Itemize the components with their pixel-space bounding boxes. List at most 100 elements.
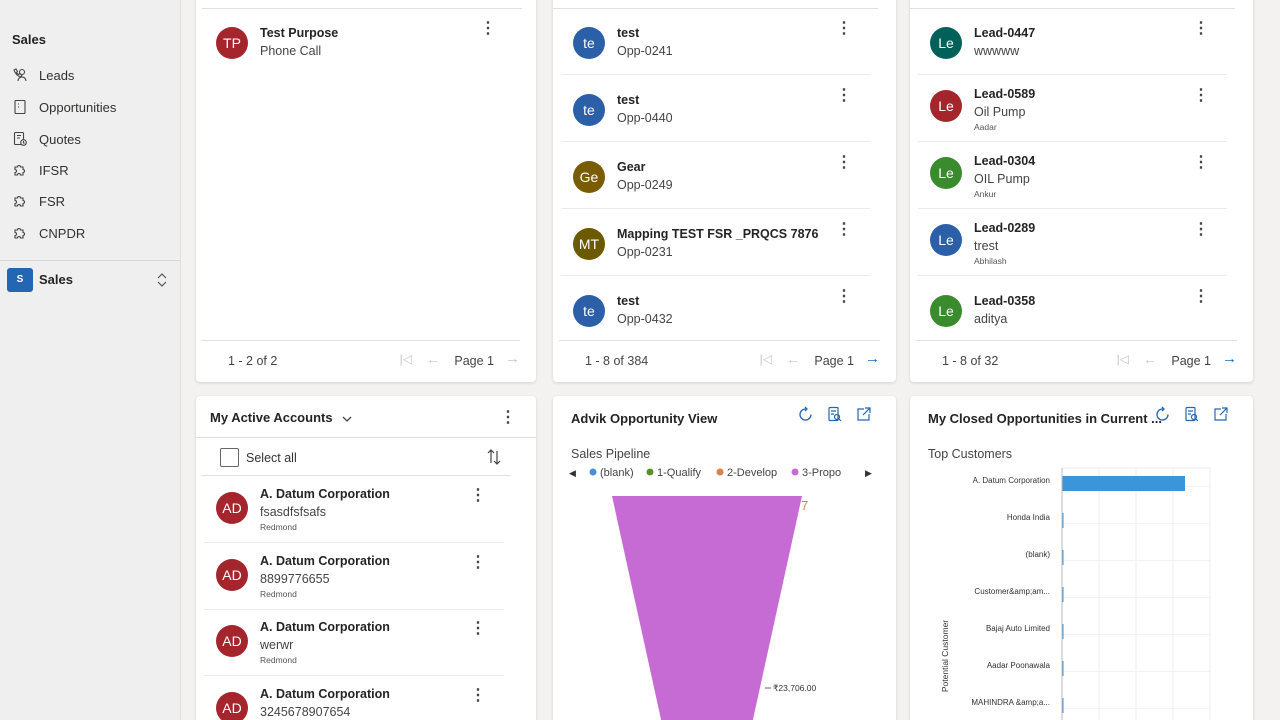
more-options-icon[interactable]: ⋮ [470, 686, 486, 704]
category-label: MAHINDRA &amp;a... [971, 698, 1050, 707]
view-selector[interactable]: My Active Accounts [210, 410, 352, 426]
list-item[interactable]: AD A. Datum Corporation werwr Redmond ⋮ [204, 609, 504, 676]
row-city: Redmond [260, 522, 297, 532]
more-options-icon[interactable]: ⋮ [836, 153, 852, 171]
more-options-icon[interactable]: ⋮ [836, 86, 852, 104]
view-records-icon[interactable] [1183, 406, 1200, 423]
more-options-icon[interactable]: ⋮ [1193, 86, 1209, 104]
legend-label: 1-Qualify [657, 467, 702, 479]
more-options-icon[interactable]: ⋮ [836, 19, 852, 37]
more-options-icon[interactable]: ⋮ [480, 19, 496, 37]
more-options-icon[interactable]: ⋮ [470, 486, 486, 504]
area-switcher[interactable]: S Sales [0, 260, 181, 298]
legend-prev-icon[interactable]: ◀ [569, 468, 576, 478]
list-item[interactable]: MT Mapping TEST FSR _PRQCS 7876 Opp-0231… [561, 210, 870, 276]
previous-page-icon[interactable]: ← [1143, 351, 1157, 367]
avatar: Le [930, 157, 962, 189]
refresh-icon[interactable] [797, 406, 814, 423]
legend-marker [716, 468, 724, 476]
sidebar-item-leads[interactable]: Leads [0, 60, 181, 90]
sidebar-item-ifsr[interactable]: IFSR [0, 155, 181, 185]
refresh-icon[interactable] [1154, 406, 1171, 423]
list-item[interactable]: TP Test Purpose Phone Call ⋮ [204, 9, 514, 75]
row-subtitle: Opp-0241 [617, 44, 673, 58]
puzzle-icon [12, 193, 28, 209]
sidebar-item-label: CNPDR [39, 225, 86, 241]
activities-list: TP Test Purpose Phone Call ⋮ [202, 8, 522, 340]
row-owner: Ankur [974, 189, 997, 199]
previous-page-icon[interactable]: ← [426, 351, 440, 367]
more-options-icon[interactable]: ⋮ [836, 220, 852, 238]
pager: 1 - 8 of 32 |◁ ← Page 1 → [916, 340, 1237, 380]
row-subtitle: OIL Pump [974, 172, 1030, 186]
pager-count: 1 - 2 of 2 [228, 354, 278, 368]
leads-list: Le Lead-0447 wwwww ⋮ Le Lead-0589 Oil Pu… [910, 8, 1235, 340]
more-options-icon[interactable]: ⋮ [836, 287, 852, 305]
select-all-row: Select all [202, 438, 510, 476]
list-item[interactable]: Ge Gear Opp-0249 ⋮ [561, 143, 870, 209]
sidebar-item-quotes[interactable]: Quotes [0, 124, 181, 154]
list-item[interactable]: te test Opp-0241 ⋮ [561, 9, 870, 75]
first-page-icon[interactable]: |◁ [400, 352, 412, 366]
list-item[interactable]: Le Lead-0304 OIL Pump Ankur ⋮ [918, 143, 1227, 209]
more-options-icon[interactable]: ⋮ [470, 619, 486, 637]
list-item[interactable]: Le Lead-0358 aditya ⋮ [918, 277, 1227, 343]
list-item[interactable]: te test Opp-0440 ⋮ [561, 76, 870, 142]
more-options-icon[interactable]: ⋮ [1193, 19, 1209, 37]
more-options-icon[interactable]: ⋮ [1193, 153, 1209, 171]
row-title: Lead-0358 [974, 294, 1036, 308]
row-city: Redmond [260, 589, 297, 599]
more-options-icon[interactable]: ⋮ [1193, 220, 1209, 238]
more-options-icon[interactable]: ⋮ [500, 407, 516, 427]
next-page-icon[interactable]: → [865, 350, 880, 367]
pager: 1 - 2 of 2 |◁ ← Page 1 → [202, 340, 520, 380]
row-title: Gear [617, 160, 646, 174]
row-title: A. Datum Corporation [260, 487, 390, 501]
row-title: Test Purpose [260, 26, 339, 40]
sidebar-item-fsr[interactable]: FSR [0, 186, 181, 216]
row-subtitle: Oil Pump [974, 105, 1026, 119]
row-title: A. Datum Corporation [260, 554, 390, 568]
sidebar-item-cnpdr[interactable]: CNPDR [0, 218, 181, 248]
more-options-icon[interactable]: ⋮ [1193, 287, 1209, 305]
sort-icon[interactable] [486, 448, 502, 466]
view-records-icon[interactable] [826, 406, 843, 423]
y-axis-label: Potential Customer [940, 620, 950, 692]
list-item[interactable]: Le Lead-0589 Oil Pump Aadar ⋮ [918, 76, 1227, 142]
row-subtitle: trest [974, 239, 999, 253]
list-item[interactable]: AD A. Datum Corporation 8899776655 Redmo… [204, 543, 504, 610]
row-subtitle: 3245678907654 [260, 705, 351, 719]
list-item[interactable]: AD A. Datum Corporation fsasdfsfsafs Red… [204, 476, 504, 543]
phone-person-icon [12, 67, 28, 83]
sidebar-item-label: IFSR [39, 162, 69, 178]
avatar: AD [216, 625, 248, 657]
puzzle-icon [12, 162, 28, 178]
bar[interactable] [1062, 476, 1185, 491]
legend-next-icon[interactable]: ▶ [865, 468, 872, 478]
list-item[interactable]: AD A. Datum Corporation 3245678907654 ⋮ [204, 676, 504, 720]
expand-chart-icon[interactable] [855, 406, 872, 423]
next-page-icon[interactable]: → [1222, 350, 1237, 367]
more-options-icon[interactable]: ⋮ [470, 553, 486, 571]
row-title: test [617, 93, 640, 107]
accounts-card: My Active Accounts ⋮ Select all AD A. Da… [196, 396, 536, 720]
row-subtitle: 8899776655 [260, 572, 330, 586]
row-subtitle: aditya [974, 312, 1008, 326]
list-item[interactable]: te test Opp-0432 ⋮ [561, 277, 870, 343]
next-page-icon[interactable]: → [505, 350, 520, 367]
legend-label: (blank) [600, 467, 634, 479]
row-title: Mapping TEST FSR _PRQCS 7876 [617, 227, 819, 241]
previous-page-icon[interactable]: ← [786, 351, 800, 367]
list-item[interactable]: Le Lead-0447 wwwww ⋮ [918, 9, 1227, 75]
sidebar-item-label: Quotes [39, 131, 81, 147]
select-all-checkbox[interactable] [220, 448, 239, 467]
sidebar-item-opportunities[interactable]: Opportunities [0, 92, 181, 122]
list-item[interactable]: Le Lead-0289 trest Abhilash ⋮ [918, 210, 1227, 276]
first-page-icon[interactable]: |◁ [760, 352, 772, 366]
expand-chart-icon[interactable] [1212, 406, 1229, 423]
first-page-icon[interactable]: |◁ [1117, 352, 1129, 366]
chart-subtitle: Top Customers [928, 447, 1013, 461]
pipeline-chart-card: Advik Opportunity View Sales Pipeline ◀ … [553, 396, 896, 720]
chevron-down-icon [342, 411, 352, 426]
legend-marker [589, 468, 597, 476]
